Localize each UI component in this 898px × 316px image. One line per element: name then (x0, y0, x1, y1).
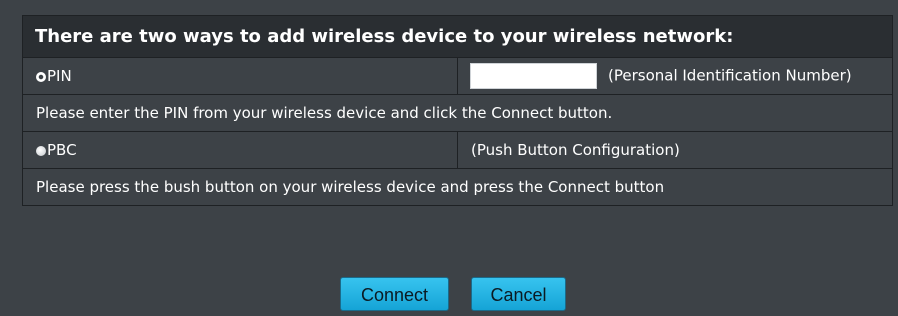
header-row: There are two ways to add wireless devic… (22, 15, 893, 58)
wps-panel: There are two ways to add wireless devic… (22, 15, 893, 206)
pin-option-cell[interactable]: PIN (22, 57, 458, 95)
pin-option-label: PIN (47, 67, 72, 85)
pin-input[interactable] (470, 63, 597, 89)
pin-option-row: PIN (Personal Identification Number) (22, 57, 893, 95)
pbc-instruction-row: Please press the bush button on your wir… (22, 168, 893, 206)
connect-button[interactable]: Connect (340, 277, 449, 311)
pin-instruction-row: Please enter the PIN from your wireless … (22, 94, 893, 132)
pin-input-cell: (Personal Identification Number) (457, 57, 893, 95)
pbc-instruction: Please press the bush button on your wir… (22, 168, 893, 206)
pbc-description: (Push Button Configuration) (457, 131, 893, 169)
wps-options-table: There are two ways to add wireless devic… (22, 15, 893, 206)
button-bar: Connect Cancel (0, 277, 898, 316)
pbc-option-row: PBC (Push Button Configuration) (22, 131, 893, 169)
radio-unselected-icon[interactable] (36, 146, 46, 156)
radio-selected-icon[interactable] (36, 72, 46, 82)
pin-description: (Personal Identification Number) (608, 66, 852, 85)
pin-instruction: Please enter the PIN from your wireless … (22, 94, 893, 132)
pbc-option-cell[interactable]: PBC (22, 131, 458, 169)
cancel-button[interactable]: Cancel (471, 277, 566, 311)
panel-title: There are two ways to add wireless devic… (22, 15, 893, 58)
pbc-option-label: PBC (47, 141, 77, 159)
